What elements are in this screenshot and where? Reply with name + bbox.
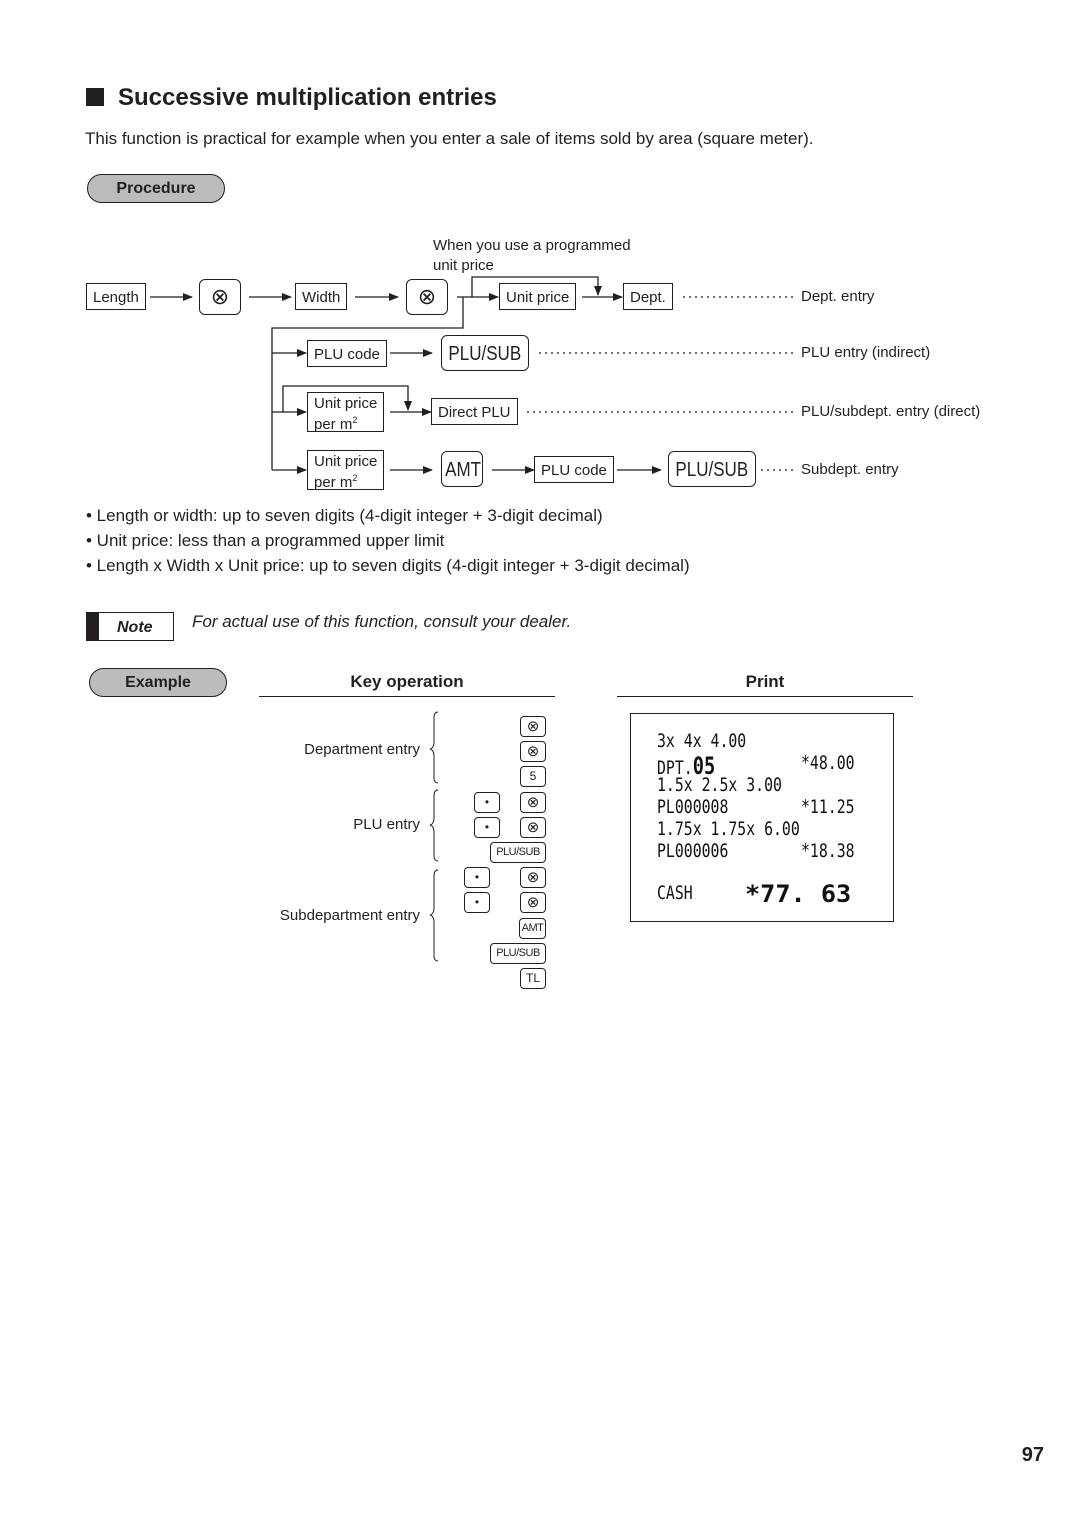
multiply-key: ⊗ xyxy=(520,892,546,914)
page-number: 97 xyxy=(1021,1444,1044,1466)
dept-key: 5 xyxy=(520,766,546,788)
tl-key: TL xyxy=(520,968,546,989)
multiply-key: ⊗ xyxy=(520,791,546,813)
multiply-key: ⊗ xyxy=(520,741,546,763)
receipt-print: 3x 4x 4.00 DPT.05 *48.00 1.5x 2.5x 3.00 … xyxy=(630,713,894,922)
amt-key: AMT xyxy=(519,917,546,939)
receipt-amount: *18.38 xyxy=(801,840,855,862)
receipt-cash-amount: *77. 63 xyxy=(745,880,852,908)
receipt-amount: *11.25 xyxy=(801,796,855,818)
receipt-line: PL000008 xyxy=(657,796,729,818)
multiply-key: ⊗ xyxy=(520,716,546,737)
receipt-line: PL000006 xyxy=(657,840,729,862)
decimal-point-key: • xyxy=(474,816,500,838)
receipt-cash-label: CASH xyxy=(657,882,693,904)
multiply-key: ⊗ xyxy=(520,867,546,889)
receipt-line: 1.75x 1.75x 6.00 xyxy=(657,818,800,840)
receipt-amount: *48.00 xyxy=(801,752,855,774)
receipt-line: 3x 4x 4.00 xyxy=(657,730,747,752)
multiply-key: ⊗ xyxy=(520,816,546,838)
brace-subdepartment xyxy=(429,869,439,962)
brace-plu xyxy=(429,789,439,862)
plu-sub-key: PLU/SUB xyxy=(490,842,546,863)
plu-sub-key: PLU/SUB xyxy=(490,942,546,964)
decimal-point-key: • xyxy=(474,791,500,813)
decimal-point-key: • xyxy=(464,892,490,914)
receipt-line: 1.5x 2.5x 3.00 xyxy=(657,774,782,796)
brace-department xyxy=(429,711,439,784)
decimal-point-key: • xyxy=(464,867,490,889)
